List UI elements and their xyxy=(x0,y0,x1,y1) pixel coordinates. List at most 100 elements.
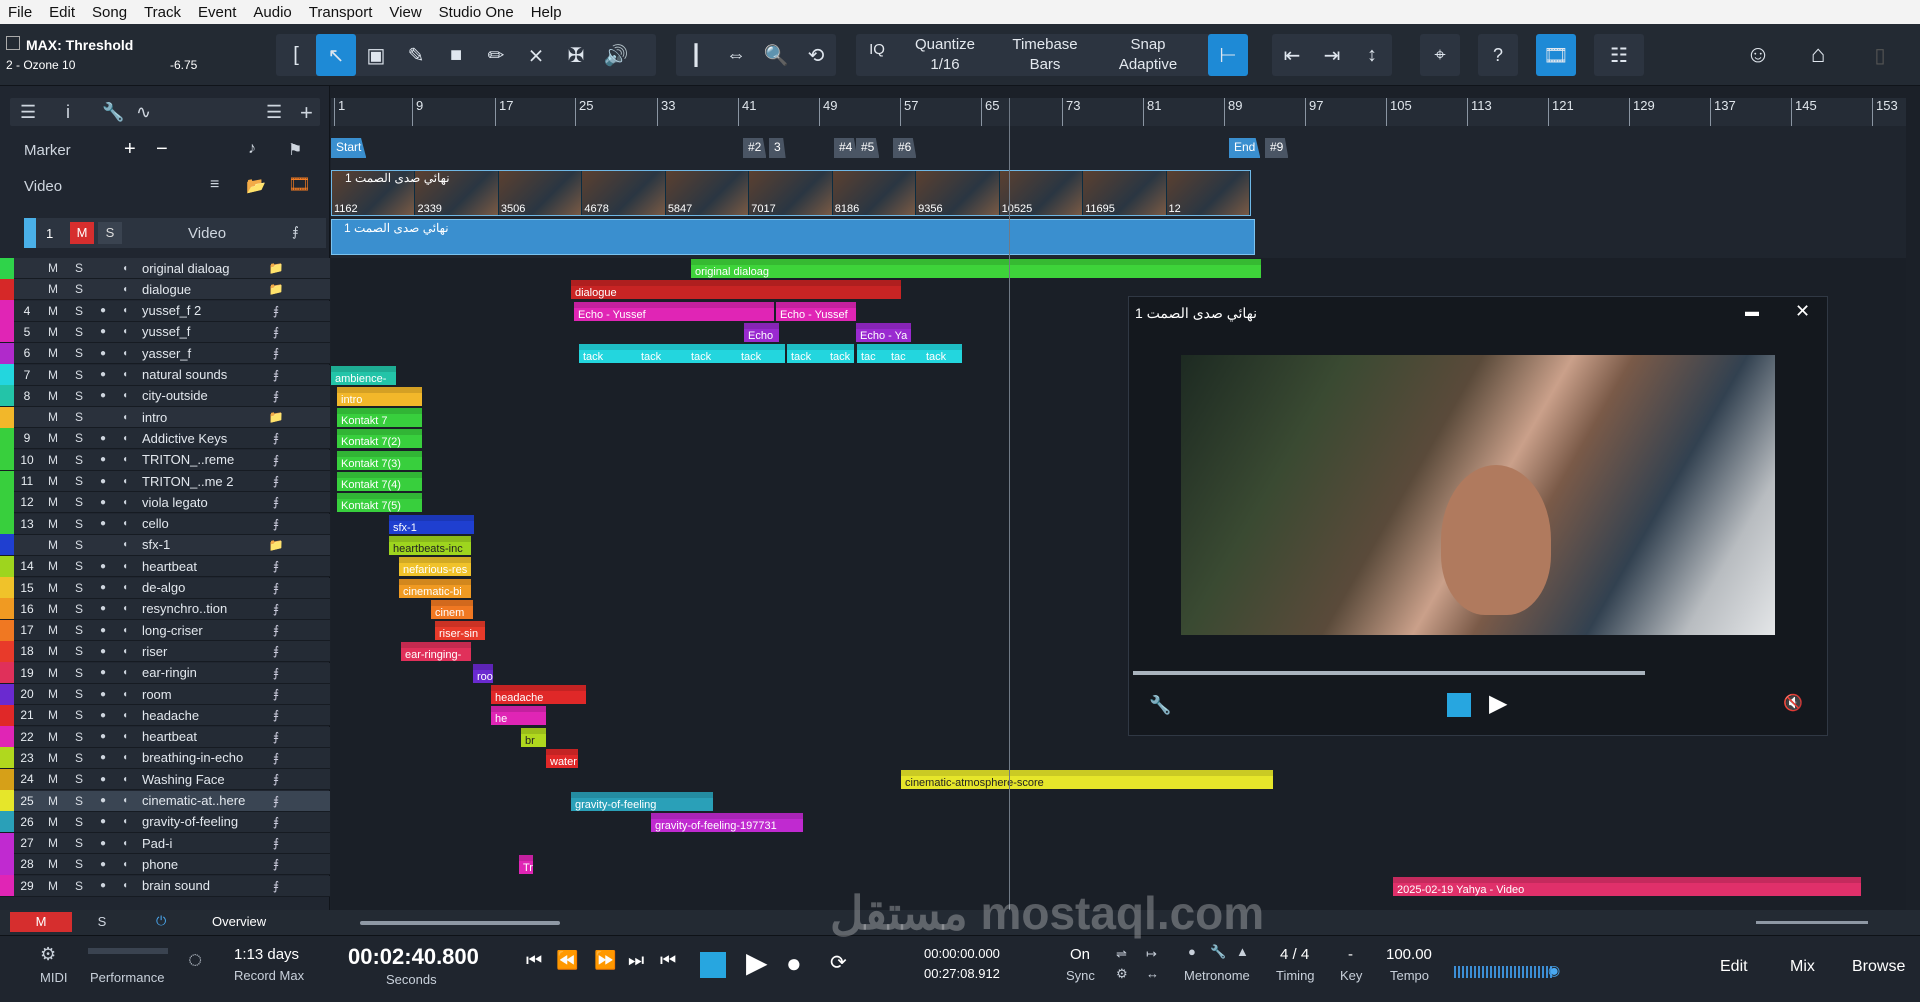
audio-event[interactable]: he xyxy=(491,706,546,726)
info-icon[interactable]: i xyxy=(66,102,70,123)
solo-button[interactable]: S xyxy=(66,410,92,424)
track-name[interactable]: Washing Face xyxy=(136,772,266,787)
menu-file[interactable]: File xyxy=(8,4,32,21)
solo-button[interactable]: S xyxy=(66,879,92,893)
audio-event[interactable]: tack xyxy=(579,344,639,364)
preroll-icon[interactable]: ↔ xyxy=(1146,966,1159,981)
track-header[interactable]: M S ◖ original dialoag 📁 xyxy=(0,257,330,279)
track-header[interactable]: 9 M S ● ◖ Addictive Keys ⨎ xyxy=(0,427,330,450)
monitor-icon[interactable]: ◖ xyxy=(114,838,136,849)
track-name[interactable]: breathing-in-echo xyxy=(136,750,266,765)
track-header[interactable]: 22 M S ● ◖ heartbeat ⨎ xyxy=(0,726,330,748)
solo-button[interactable]: S xyxy=(66,815,92,829)
track-name[interactable]: room xyxy=(136,687,266,702)
menu-view[interactable]: View xyxy=(389,4,421,21)
timing-value[interactable]: 4 / 4 xyxy=(1280,946,1309,963)
solo-button[interactable]: S xyxy=(66,495,92,509)
track-name[interactable]: yussef_f 2 xyxy=(136,303,266,318)
record-arm-icon[interactable]: ● xyxy=(92,710,114,721)
track-header[interactable]: 19 M S ● ◖ ear-ringin ⨎ xyxy=(0,662,330,684)
mute-button[interactable]: M xyxy=(40,879,66,893)
audio-event[interactable]: Echo - Yussef xyxy=(574,301,774,321)
track-header[interactable]: 29 M S ● ◖ brain sound ⨎ xyxy=(0,875,330,897)
global-solo-button[interactable]: S xyxy=(82,912,122,932)
track-name[interactable]: natural sounds xyxy=(136,367,266,382)
solo-button[interactable]: S xyxy=(66,751,92,765)
solo-button[interactable]: S xyxy=(66,368,92,382)
mute-button[interactable]: M xyxy=(40,282,66,296)
mix-tab[interactable]: Mix xyxy=(1790,958,1815,976)
transport-play-icon[interactable]: ▶ xyxy=(746,946,768,979)
split-tool-icon[interactable]: ✎ xyxy=(396,34,436,76)
left-locator[interactable]: 00:00:00.000 xyxy=(924,946,1000,961)
track-name[interactable]: de-algo xyxy=(136,580,266,595)
monitor-icon[interactable]: ◖ xyxy=(114,497,136,508)
fast-forward-icon[interactable]: ⏩ xyxy=(594,950,616,971)
playhead[interactable] xyxy=(1009,98,1010,910)
close-icon[interactable]: ✕ xyxy=(1795,301,1810,322)
eraser-tool-icon[interactable]: ■ xyxy=(436,34,476,76)
video-track-header[interactable]: 1 M S Video ⨎ xyxy=(24,218,326,248)
audio-event[interactable]: dialogue xyxy=(571,280,901,300)
monitor-icon[interactable]: ◖ xyxy=(114,667,136,678)
solo-button[interactable]: S xyxy=(66,282,92,296)
nudge-left-icon[interactable]: ⇤ xyxy=(1272,34,1312,76)
audio-event[interactable]: Kontakt 7(4) xyxy=(337,472,422,491)
metronome-icon[interactable]: ▲ xyxy=(1236,944,1249,959)
browse-tab[interactable]: Browse xyxy=(1852,958,1905,976)
folder-video-icon[interactable]: 📂 xyxy=(246,176,266,196)
monitor-icon[interactable]: ◖ xyxy=(114,816,136,827)
click-dot-icon[interactable]: ● xyxy=(1188,944,1196,959)
track-name[interactable]: original dialoag xyxy=(136,261,266,276)
audio-event[interactable]: ambience- xyxy=(331,365,396,385)
plugin-value[interactable]: -6.75 xyxy=(170,58,197,72)
record-arm-icon[interactable]: ● xyxy=(92,497,114,508)
mute-button[interactable]: M xyxy=(40,474,66,488)
audio-event[interactable]: tack xyxy=(826,344,854,364)
zoom-icon[interactable]: 🔍 xyxy=(756,34,796,76)
track-header[interactable]: M S ◖ dialogue 📁 xyxy=(0,278,330,301)
monitor-icon[interactable]: ◖ xyxy=(114,795,136,806)
monitor-icon[interactable]: ◖ xyxy=(114,880,136,891)
monitor-icon[interactable]: ◖ xyxy=(114,582,136,593)
home-icon[interactable]: ⌂ xyxy=(1798,34,1838,76)
monitor-icon[interactable]: ◖ xyxy=(114,284,136,295)
range-tool-icon[interactable]: ▣ xyxy=(356,34,396,76)
timeline-ruler[interactable]: 1 9 17 25 33 41 49 57 65 73 81 89 97 105 113 121 129 137 1… xyxy=(331,98,1906,126)
audio-event[interactable]: Kontakt 7(2) xyxy=(337,429,422,449)
solo-button[interactable]: S xyxy=(66,538,92,552)
monitor-icon[interactable]: ◖ xyxy=(114,646,136,657)
split-at-cursor-icon[interactable]: ↕ xyxy=(1352,34,1392,76)
transport-stop-button[interactable] xyxy=(700,952,726,978)
audio-event[interactable]: tac xyxy=(857,344,887,364)
monitor-icon[interactable]: ◖ xyxy=(114,603,136,614)
monitor-icon[interactable]: ◖ xyxy=(114,731,136,742)
mute-button[interactable]: M xyxy=(40,644,66,658)
record-arm-icon[interactable]: ● xyxy=(92,326,114,337)
record-arm-icon[interactable]: ● xyxy=(92,689,114,700)
plugin-device[interactable]: 2 - Ozone 10 xyxy=(6,58,75,72)
precount-icon[interactable]: ⇌ xyxy=(1116,946,1127,962)
audio-event[interactable]: Tr xyxy=(519,855,533,875)
menu-transport[interactable]: Transport xyxy=(309,4,373,21)
mute-button[interactable]: M xyxy=(40,346,66,360)
track-header[interactable]: 25 M S ● ◖ cinematic-at..here ⨎ xyxy=(0,790,330,812)
mute-button[interactable]: M xyxy=(40,559,66,573)
solo-button[interactable]: S xyxy=(66,325,92,339)
sync-on[interactable]: On xyxy=(1070,946,1090,963)
mute-button[interactable]: M xyxy=(40,772,66,786)
track-header[interactable]: 13 M S ● ◖ cello ⨎ xyxy=(0,513,330,535)
audio-event[interactable]: water xyxy=(546,748,578,768)
time-format-select[interactable]: Seconds xyxy=(386,972,437,987)
record-arm-icon[interactable]: ● xyxy=(92,859,114,870)
track-header[interactable]: 14 M S ● ◖ heartbeat ⨎ xyxy=(0,555,330,578)
add-track-icon[interactable]: + xyxy=(300,100,313,126)
track-name[interactable]: viola legato xyxy=(136,495,266,510)
solo-button[interactable]: S xyxy=(66,794,92,808)
monitor-icon[interactable]: ◖ xyxy=(114,263,136,274)
mute-button[interactable]: M xyxy=(40,623,66,637)
listen-tool-icon[interactable]: 🔊 xyxy=(596,34,636,76)
audio-event[interactable]: Kontakt 7(3) xyxy=(337,450,422,470)
record-arm-icon[interactable]: ● xyxy=(92,752,114,763)
track-header[interactable]: 20 M S ● ◖ room ⨎ xyxy=(0,683,330,705)
